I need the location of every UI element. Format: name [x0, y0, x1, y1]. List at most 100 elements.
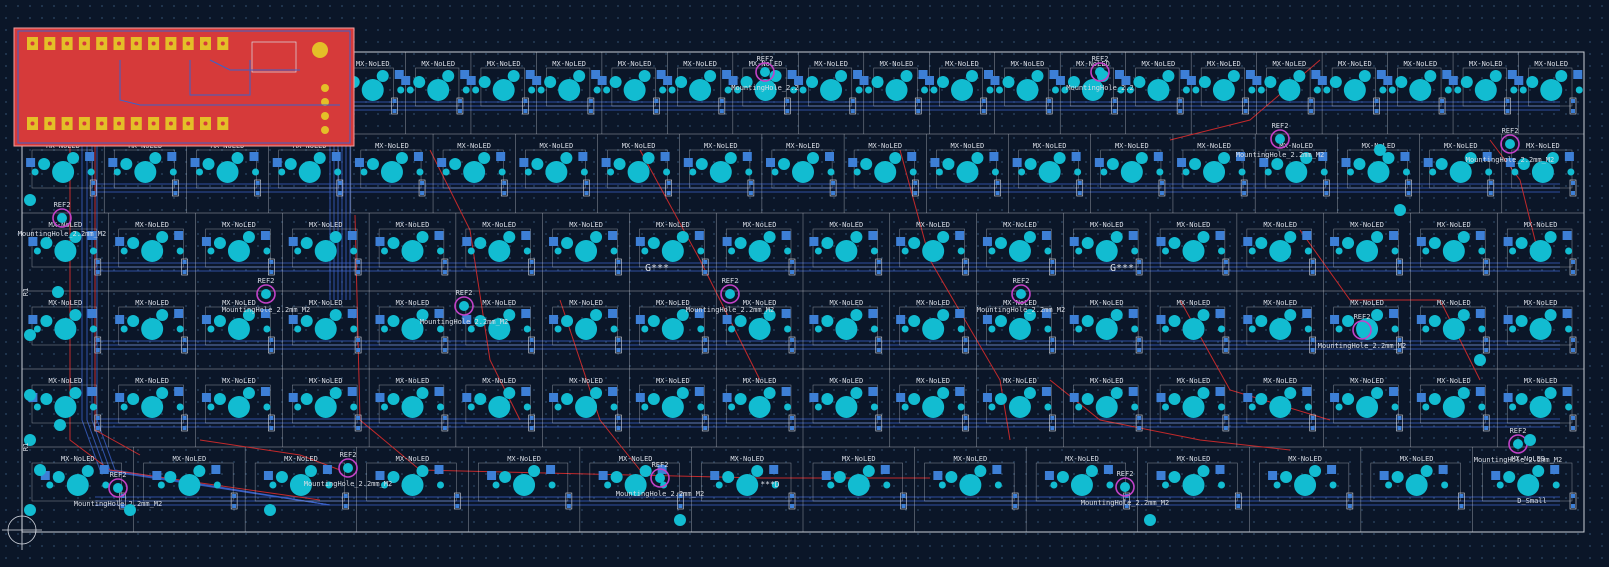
smd-pad: [635, 393, 645, 402]
switch-peg: [799, 86, 807, 94]
switch-pin-pad: [908, 393, 921, 405]
pcb-board[interactable]: MX-NoLED MX-NoLED MX-NoLED MX-NoLED MX-NoLED…: [0, 0, 1609, 567]
switch-pin-pad: [937, 387, 950, 399]
diode-pad: [1459, 494, 1464, 498]
switch-center-hole: [463, 161, 486, 183]
switch-center-hole: [1278, 79, 1301, 101]
switch-peg: [1335, 403, 1343, 411]
switch-pin-pad: [127, 237, 140, 249]
switch-center-hole: [1182, 396, 1205, 418]
switch-pin-pad: [850, 309, 863, 321]
switch-peg: [157, 481, 165, 489]
switch-pin-pad: [647, 315, 660, 327]
switch-peg: [1218, 247, 1225, 255]
diode-pad: [703, 348, 708, 352]
mcu-footprint[interactable]: [13, 27, 355, 147]
pcb-canvas[interactable]: MX-NoLED MX-NoLED MX-NoLED MX-NoLED MX-NoLED…: [0, 0, 1609, 567]
switch-peg: [1391, 247, 1399, 255]
switch-pin-pad: [1342, 315, 1355, 327]
smd-pad: [982, 237, 992, 246]
switch-pin-pad: [833, 471, 846, 483]
diode-pad: [1406, 191, 1411, 195]
switch-center-hole: [709, 161, 732, 183]
diode-pad: [1243, 109, 1248, 113]
switch-peg: [1238, 168, 1246, 176]
smd-pad: [896, 237, 906, 246]
diode-pad: [1571, 99, 1575, 103]
switch-pin-pad: [1280, 471, 1293, 483]
smd-pad: [375, 471, 385, 480]
diode-pad: [616, 338, 621, 342]
switch-peg: [1044, 403, 1052, 411]
smd-pad: [1153, 152, 1163, 161]
via-pad: [1474, 354, 1486, 366]
switch-peg: [1273, 481, 1281, 489]
smd-pad: [288, 237, 298, 246]
switch-pin-pad: [734, 315, 747, 327]
switch-center-hole: [1203, 161, 1226, 183]
diode-pad: [1243, 99, 1248, 103]
switch-pin-pad: [1218, 152, 1231, 164]
smd-pad: [930, 158, 940, 167]
switch-peg: [957, 247, 965, 255]
switch-pin-pad: [1544, 387, 1557, 399]
switch-pin-pad: [1503, 471, 1516, 483]
mounting-hole-label: MountingHole_2.2mm_M2: [1081, 499, 1170, 507]
switch-peg: [1074, 168, 1082, 176]
switch-center-hole: [380, 161, 403, 183]
switch-peg: [1422, 247, 1430, 255]
switch-pin-pad: [704, 70, 717, 82]
mounting-hole-label: MountingHole_2.2mm_M2: [616, 490, 705, 498]
switch-peg: [350, 247, 358, 255]
smd-pad: [115, 315, 125, 324]
smd-pad: [1423, 158, 1433, 167]
switch-peg: [1485, 168, 1493, 176]
key-footprint-label: MX-NoLED: [569, 299, 603, 307]
diode-pad: [1223, 348, 1228, 352]
via-pad: [264, 504, 276, 516]
switch-pin-pad: [202, 158, 215, 170]
switch-peg: [1248, 86, 1256, 94]
diode-pad: [584, 181, 589, 185]
key-footprint-label: MX-NoLED: [1437, 221, 1471, 229]
mcu-pin-hole: [82, 41, 87, 46]
diode-pad: [703, 416, 708, 420]
smd-pad: [375, 315, 385, 324]
diode-pad: [1488, 191, 1493, 195]
mounting-hole-drill: [57, 213, 67, 223]
key-footprint-label: MX-NoLED: [1177, 299, 1211, 307]
smd-pad: [1416, 393, 1426, 402]
switch-peg: [1511, 168, 1519, 176]
switch-center-hole: [492, 79, 515, 101]
diode-pad: [616, 270, 621, 274]
smd-pad: [660, 152, 670, 161]
mounting-hole-label: MountingHole_2.2mm_M2: [74, 500, 163, 508]
switch-pin-pad: [213, 237, 226, 249]
diode-pad: [442, 270, 447, 274]
switch-center-hole: [54, 318, 77, 340]
switch-pin-pad: [1255, 237, 1268, 249]
mcu-pin-hole: [99, 41, 104, 46]
mcu-pin-hole: [47, 41, 52, 46]
smd-pad: [1069, 237, 1079, 246]
diode-pad: [1242, 191, 1247, 195]
switch-center-hole: [1529, 318, 1552, 340]
diode-pad: [1236, 504, 1241, 508]
diode-pad: [356, 426, 361, 430]
smd-pad: [1128, 231, 1138, 240]
key-footprint-label: MX-NoLED: [880, 60, 914, 68]
switch-peg: [548, 481, 556, 489]
diode-pad: [442, 260, 447, 264]
key-footprint-label: MX-NoLED: [656, 221, 690, 229]
switch-center-hole: [545, 161, 568, 183]
switch-pin-pad: [613, 158, 626, 170]
switch-pin-pad: [1002, 76, 1015, 88]
switch-pin-pad: [1197, 465, 1210, 477]
diode-pad: [1571, 260, 1575, 264]
smd-pad: [263, 471, 273, 480]
smd-pad: [1243, 315, 1253, 324]
smd-pad: [434, 309, 444, 318]
diode-pad: [356, 270, 361, 274]
switch-pin-pad: [329, 387, 342, 399]
switch-peg: [1248, 403, 1256, 411]
